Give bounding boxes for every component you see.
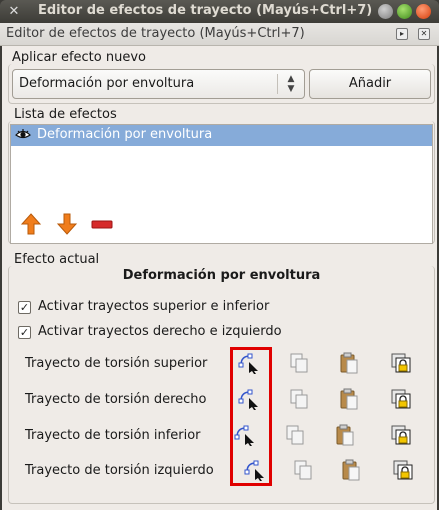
minimize-button[interactable] <box>378 4 393 19</box>
window-titlebar: ✕ Editor de efectos de trayecto (Mayús+C… <box>0 0 439 23</box>
copy-icon[interactable] <box>284 424 306 446</box>
path-label-bottom: Trayecto de torsión inferior <box>25 428 201 443</box>
copy-icon[interactable] <box>288 352 310 374</box>
enable-left-right-checkbox[interactable]: ✓ <box>18 326 31 339</box>
move-down-button[interactable] <box>56 212 78 236</box>
dock-title: Editor de efectos de trayecto (Mayús+Ctr… <box>6 26 305 41</box>
path-label-right: Trayecto de torsión derecho <box>25 392 207 407</box>
link-lock-icon[interactable] <box>392 459 414 481</box>
highlight-box <box>230 347 272 486</box>
updown-icon: ▲ ▼ <box>287 74 295 94</box>
combo-separator <box>277 74 278 94</box>
dialog-body: Aplicar efecto nuevo Deformación por env… <box>0 46 439 510</box>
paste-icon[interactable] <box>340 459 362 481</box>
dock-close-button[interactable]: ✕ <box>418 28 430 40</box>
list-item[interactable]: Deformación por envoltura <box>11 125 432 146</box>
copy-icon[interactable] <box>292 459 314 481</box>
path-label-left: Trayecto de torsión izquierdo <box>25 463 214 478</box>
dock-iconify-button[interactable]: ▸ <box>396 28 408 40</box>
paste-icon[interactable] <box>338 352 360 374</box>
paste-icon[interactable] <box>338 388 360 410</box>
paste-icon[interactable] <box>334 424 356 446</box>
close-icon[interactable]: ✕ <box>6 4 22 20</box>
eye-icon[interactable] <box>15 127 31 143</box>
effects-group-label: Lista de efectos <box>14 107 117 122</box>
current-effect-title: Deformación por envoltura <box>122 268 321 283</box>
dock-titlebar: Editor de efectos de trayecto (Mayús+Ctr… <box>0 23 439 46</box>
add-effect-button[interactable]: Añadir <box>309 69 431 99</box>
list-item-label: Deformación por envoltura <box>37 127 213 142</box>
enable-top-bottom-label: Activar trayectos superior e inferior <box>38 299 270 314</box>
effect-select[interactable]: Deformación por envoltura ▲ ▼ <box>12 69 305 99</box>
enable-left-right-label: Activar trayectos derecho e izquierdo <box>38 324 282 339</box>
link-lock-icon[interactable] <box>390 424 412 446</box>
current-group-label: Efecto actual <box>14 252 100 267</box>
window-title: Editor de efectos de trayecto (Mayús+Ctr… <box>38 3 373 18</box>
link-lock-icon[interactable] <box>390 388 412 410</box>
path-label-top: Trayecto de torsión superior <box>25 356 208 371</box>
link-lock-icon[interactable] <box>390 352 412 374</box>
effect-select-value: Deformación por envoltura <box>19 76 195 91</box>
close-button[interactable] <box>416 4 431 19</box>
apply-group-label: Aplicar efecto nuevo <box>12 50 146 65</box>
copy-icon[interactable] <box>288 388 310 410</box>
move-up-button[interactable] <box>20 212 42 236</box>
remove-effect-button[interactable] <box>91 212 113 236</box>
enable-top-bottom-checkbox[interactable]: ✓ <box>18 301 31 314</box>
maximize-button[interactable] <box>397 4 412 19</box>
